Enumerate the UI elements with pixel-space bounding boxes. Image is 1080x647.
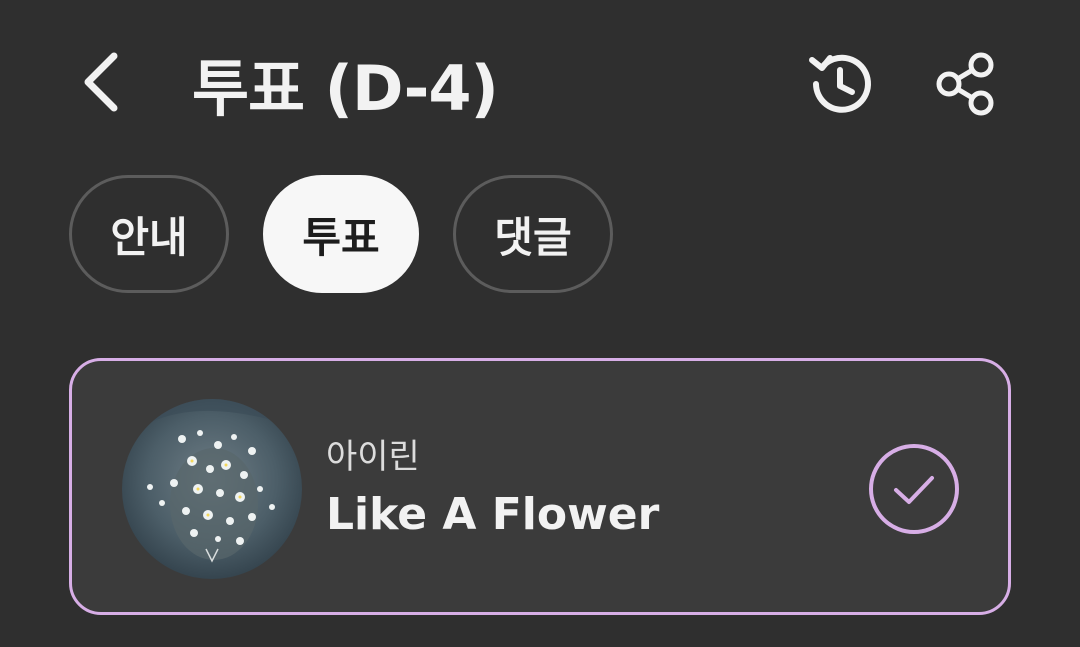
artist-name: 아이린 <box>326 437 420 477</box>
history-icon <box>809 54 871 113</box>
check-circle-icon <box>869 444 959 534</box>
vote-option-card[interactable]: 아이린 Like A Flower <box>69 358 1011 615</box>
tab-comments[interactable]: 댓글 <box>453 175 613 293</box>
share-button[interactable] <box>924 42 1008 126</box>
select-vote-button[interactable] <box>866 441 962 537</box>
song-title: Like A Flower <box>326 489 660 540</box>
back-button[interactable] <box>62 44 138 120</box>
album-cover-image <box>122 399 302 579</box>
tab-bar: 안내 투표 댓글 <box>69 175 613 293</box>
tab-info[interactable]: 안내 <box>69 175 229 293</box>
chevron-left-icon <box>84 52 118 112</box>
history-button[interactable] <box>798 42 882 126</box>
share-icon <box>936 52 994 116</box>
tab-vote[interactable]: 투표 <box>263 175 419 293</box>
vote-screen: 투표 (D-4) 안내 투표 댓글 아이린 Like A Flower <box>0 0 1080 647</box>
page-title: 투표 (D-4) <box>192 52 499 125</box>
